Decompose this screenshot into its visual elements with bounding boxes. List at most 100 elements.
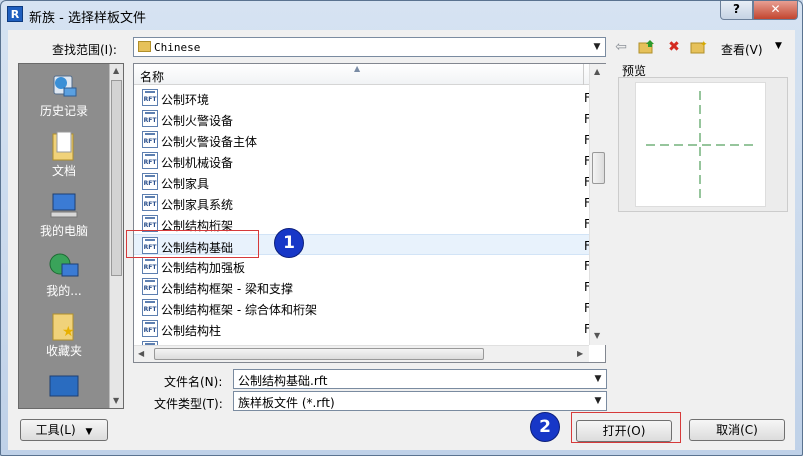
place-label: 文档 bbox=[51, 164, 76, 178]
place-label: 收藏夹 bbox=[45, 344, 82, 358]
file-name: 公制家具 bbox=[161, 177, 210, 191]
place-label: 历史记录 bbox=[39, 104, 88, 118]
desktop-icon bbox=[48, 370, 80, 402]
dialog-window: R 新族 - 选择样板文件 ? ✕ 查找范围(I): Chinese ▼ ⇦ ✖… bbox=[0, 0, 803, 456]
chevron-down-icon[interactable]: ▼ bbox=[590, 370, 606, 388]
back-arrow-icon[interactable]: ⇦ bbox=[611, 39, 631, 55]
cancel-button[interactable]: 取消(C) bbox=[689, 419, 785, 441]
filetype-select[interactable]: 族样板文件 (*.rft) ▼ bbox=[233, 391, 607, 411]
svg-text:✦: ✦ bbox=[700, 40, 707, 50]
view-dropdown-icon[interactable]: ▼ bbox=[775, 41, 782, 51]
file-row[interactable]: RFT 公制火警设备主体 F bbox=[134, 129, 591, 150]
file-row[interactable]: RFT 公制机械设备 F bbox=[134, 150, 591, 171]
crosshair-preview-icon bbox=[646, 91, 754, 198]
filetype-value: 族样板文件 (*.rft) bbox=[238, 396, 335, 410]
scroll-down-icon[interactable]: ▼ bbox=[594, 331, 600, 340]
file-name: 公制火警设备 bbox=[161, 114, 234, 128]
file-row[interactable]: RFT 公制结构框架 - 梁和支撑 F bbox=[134, 276, 591, 297]
help-button[interactable]: ? bbox=[720, 1, 753, 20]
scroll-thumb[interactable] bbox=[154, 348, 484, 360]
annotation-outline-file bbox=[126, 230, 259, 258]
file-row[interactable]: RFT 公制家具系统 F bbox=[134, 192, 591, 213]
rft-file-icon: RFT bbox=[142, 320, 158, 337]
look-in-value: Chinese bbox=[154, 41, 201, 54]
title-bar: R 新族 - 选择样板文件 ? ✕ bbox=[1, 1, 802, 29]
file-row[interactable]: RFT 公制结构框架 - 综合体和桁架 F bbox=[134, 297, 591, 318]
annotation-outline-open bbox=[571, 412, 681, 443]
column-name-label: 名称 bbox=[140, 70, 165, 84]
rft-file-icon: RFT bbox=[142, 89, 158, 106]
preview-panel bbox=[618, 77, 788, 212]
delete-icon[interactable]: ✖ bbox=[664, 39, 684, 55]
window-title: 新族 - 选择样板文件 bbox=[29, 11, 146, 26]
chevron-down-icon: ▼ bbox=[85, 427, 93, 437]
look-in-combo[interactable]: Chinese ▼ bbox=[133, 37, 606, 57]
view-menu-button[interactable]: 查看(V) bbox=[721, 41, 763, 58]
file-name: 公制结构柱 bbox=[161, 324, 222, 338]
file-name: 公制环境 bbox=[161, 93, 210, 107]
file-name: 公制结构框架 - 综合体和桁架 bbox=[161, 303, 317, 317]
scroll-right-icon[interactable]: ▶ bbox=[577, 349, 583, 358]
chevron-down-icon[interactable]: ▼ bbox=[590, 392, 606, 410]
scroll-up-icon[interactable]: ▲ bbox=[594, 67, 600, 76]
place-favorites[interactable]: ★ 收藏夹 bbox=[19, 310, 109, 359]
file-row[interactable]: RFT 公制结构加强板 F bbox=[134, 255, 591, 276]
network-icon bbox=[48, 250, 80, 282]
place-desktop[interactable] bbox=[19, 370, 109, 402]
place-my-computer[interactable]: 我的电脑 bbox=[19, 190, 109, 239]
look-in-label: 查找范围(I): bbox=[52, 43, 117, 57]
documents-icon bbox=[48, 130, 80, 162]
scroll-thumb[interactable] bbox=[592, 152, 605, 184]
place-network[interactable]: 我的... bbox=[19, 250, 109, 299]
place-label: 我的... bbox=[46, 284, 82, 298]
svg-text:★: ★ bbox=[62, 324, 75, 340]
scroll-up-icon[interactable]: ▲ bbox=[113, 66, 119, 75]
rft-file-icon: RFT bbox=[142, 110, 158, 127]
rft-file-icon: RFT bbox=[142, 278, 158, 295]
rft-file-icon: RFT bbox=[142, 152, 158, 169]
file-row[interactable]: RFT 公制火警设备 F bbox=[134, 108, 591, 129]
annotation-badge-2: 2 bbox=[530, 412, 560, 442]
file-name: 公制结构框架 - 梁和支撑 bbox=[161, 282, 293, 296]
file-row[interactable]: RFT 公制家具 F bbox=[134, 171, 591, 192]
file-name: 公制结构加强板 bbox=[161, 261, 246, 275]
file-list: 名称 ▲ RFT 公制环境 F RFT 公制火警设备 F RFT 公制火警设备主体 F RFT 公制… bbox=[133, 63, 606, 363]
preview-canvas bbox=[635, 82, 766, 207]
rft-file-icon: RFT bbox=[142, 257, 158, 274]
place-documents[interactable]: 文档 bbox=[19, 130, 109, 179]
rft-file-icon: RFT bbox=[142, 131, 158, 148]
filetype-label: 文件类型(T): bbox=[154, 397, 223, 411]
file-list-vscroll[interactable]: ▲ ▼ bbox=[589, 64, 606, 345]
file-name: 公制家具系统 bbox=[161, 198, 234, 212]
scroll-down-icon[interactable]: ▼ bbox=[113, 396, 119, 405]
chevron-down-icon[interactable]: ▼ bbox=[589, 38, 605, 56]
folder-icon bbox=[138, 41, 151, 52]
places-bar: 历史记录 文档 我的电脑 我的... ★ 收藏夹 ▲ ▼ bbox=[18, 63, 124, 409]
rft-file-icon: RFT bbox=[142, 173, 158, 190]
new-folder-icon[interactable]: ✦ bbox=[688, 39, 708, 55]
rft-file-icon: RFT bbox=[142, 299, 158, 316]
places-scrollbar[interactable]: ▲ ▼ bbox=[109, 64, 123, 408]
dialog-client: 查找范围(I): Chinese ▼ ⇦ ✖ ✦ 查看(V) ▼ 历史记录 文档… bbox=[8, 30, 795, 450]
column-header[interactable]: 名称 ▲ bbox=[134, 64, 589, 85]
sort-ascending-icon: ▲ bbox=[354, 64, 361, 73]
tools-button[interactable]: 工具(L) ▼ bbox=[20, 419, 108, 441]
close-button[interactable]: ✕ bbox=[753, 1, 798, 20]
up-folder-icon[interactable] bbox=[636, 39, 656, 55]
file-row[interactable]: RFT 公制环境 F bbox=[134, 87, 591, 108]
my-computer-icon bbox=[48, 190, 80, 222]
revit-app-icon: R bbox=[7, 6, 23, 22]
scroll-thumb[interactable] bbox=[111, 80, 122, 276]
annotation-badge-1: 1 bbox=[274, 228, 304, 258]
column-separator[interactable] bbox=[583, 64, 584, 85]
filename-field[interactable]: 公制结构基础.rft ▼ bbox=[233, 369, 607, 389]
scroll-left-icon[interactable]: ◀ bbox=[138, 349, 144, 358]
tools-button-label: 工具(L) bbox=[35, 423, 76, 437]
place-label: 我的电脑 bbox=[39, 224, 88, 238]
file-name: 公制火警设备主体 bbox=[161, 135, 258, 149]
file-name: 公制机械设备 bbox=[161, 156, 234, 170]
place-history[interactable]: 历史记录 bbox=[19, 70, 109, 119]
file-list-hscroll[interactable]: ◀ ▶ bbox=[134, 345, 589, 362]
file-row[interactable]: RFT 公制结构柱 F bbox=[134, 318, 591, 339]
favorites-icon: ★ bbox=[48, 310, 80, 342]
